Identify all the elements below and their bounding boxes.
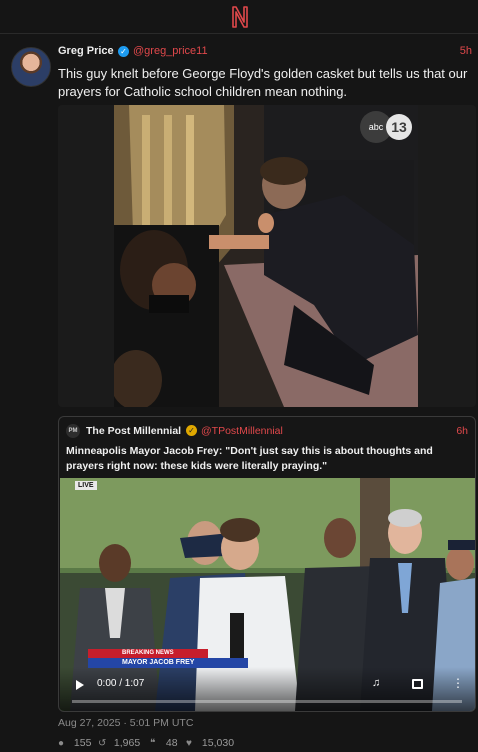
- quote-avatar[interactable]: PM: [66, 424, 80, 438]
- post-timestamp[interactable]: Aug 27, 2025 · 5:01 PM UTC: [58, 717, 193, 729]
- post-header: Greg Price ✓ @greg_price11 5h: [58, 45, 474, 61]
- quote-count: 48: [165, 737, 178, 749]
- video-progress-bar[interactable]: [72, 700, 462, 703]
- casket-kneeling-photo: abc 13: [114, 105, 418, 407]
- more-options-icon[interactable]: ⋮: [452, 676, 464, 690]
- repost-icon: ↺: [98, 738, 107, 749]
- quote-author-name[interactable]: The Post Millennial: [86, 425, 181, 437]
- lower-third-tag: BREAKING NEWS: [88, 649, 208, 658]
- reply-stat[interactable]: ● 155: [58, 737, 91, 749]
- play-icon[interactable]: [76, 680, 84, 690]
- video-player[interactable]: LIVE BREAKING NEWS MAYOR JACOB FREY 0:00…: [60, 478, 475, 711]
- quote-time[interactable]: 6h: [456, 425, 468, 437]
- quote-author-handle[interactable]: @TPostMillennial: [201, 425, 283, 437]
- post-text: This guy knelt before George Floyd's gol…: [58, 66, 468, 99]
- like-stat[interactable]: ♥ 15,030: [186, 737, 234, 749]
- video-time: 0:00 / 1:07: [97, 678, 145, 689]
- top-bar: [0, 0, 478, 34]
- repost-count: 1,965: [113, 737, 141, 749]
- svg-text:abc: abc: [369, 122, 384, 132]
- quote-header: PM The Post Millennial ✓ @TPostMillennia…: [66, 424, 470, 438]
- like-count: 15,030: [201, 737, 235, 749]
- video-controls: 0:00 / 1:07 ♫ ⋮: [60, 667, 475, 711]
- quote-verified-badge-icon: ✓: [186, 425, 197, 436]
- live-badge: LIVE: [75, 481, 97, 490]
- quote-stat[interactable]: ❝ 48: [150, 737, 178, 749]
- post-photo[interactable]: abc 13: [58, 105, 476, 407]
- quote-icon: ❝: [150, 738, 156, 749]
- heart-icon: ♥: [186, 738, 192, 749]
- avatar[interactable]: [11, 47, 51, 87]
- svg-text:13: 13: [391, 119, 407, 135]
- comment-icon: ●: [58, 738, 65, 749]
- post: Greg Price ✓ @greg_price11 5h This guy k…: [0, 35, 478, 752]
- quoted-post[interactable]: PM The Post Millennial ✓ @TPostMillennia…: [58, 416, 476, 712]
- quote-text: Minneapolis Mayor Jacob Frey: "Don't jus…: [66, 445, 433, 472]
- post-time[interactable]: 5h: [460, 45, 472, 57]
- volume-icon[interactable]: ♫: [372, 677, 380, 689]
- verified-badge-icon: ✓: [118, 46, 129, 57]
- author-handle[interactable]: @greg_price11: [133, 45, 208, 57]
- author-name[interactable]: Greg Price: [58, 45, 114, 57]
- repost-stat[interactable]: ↺ 1,965: [98, 737, 140, 749]
- fullscreen-icon[interactable]: [412, 679, 423, 689]
- reply-count: 155: [73, 737, 92, 749]
- abc13-logo: abc 13: [360, 111, 412, 143]
- app-logo-icon[interactable]: [228, 5, 252, 29]
